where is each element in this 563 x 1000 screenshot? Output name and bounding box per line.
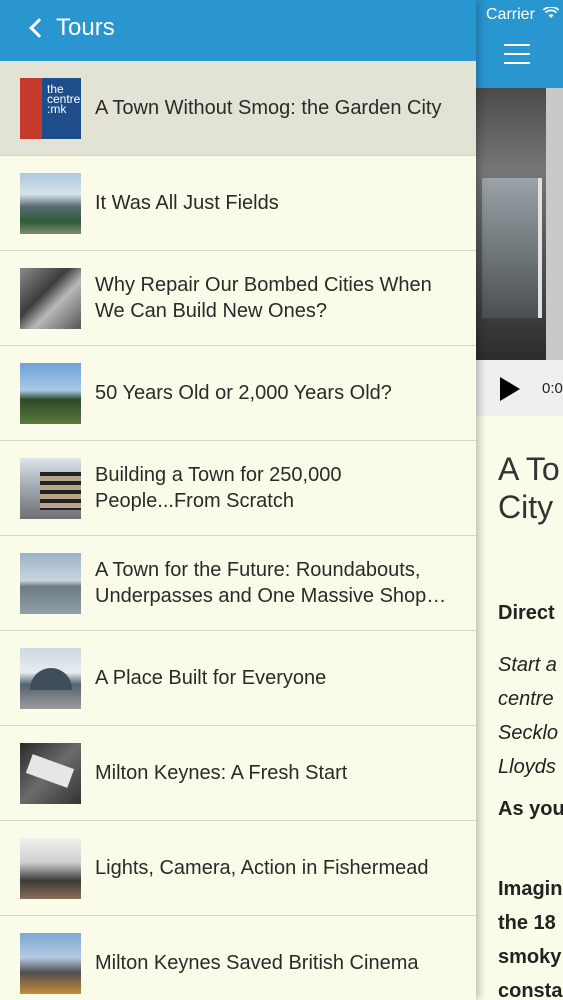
tour-row[interactable]: the centre :mk A Town Without Smog: the …	[0, 61, 476, 156]
tour-row[interactable]: It Was All Just Fields	[0, 156, 476, 251]
tour-title: A Town Without Smog: the Garden City	[95, 97, 442, 119]
tour-list: the centre :mk A Town Without Smog: the …	[0, 61, 476, 1000]
wifi-icon	[543, 6, 560, 24]
audio-player: 0:0	[476, 360, 563, 416]
tour-title: Lights, Camera, Action in Fishermead	[95, 857, 429, 879]
tour-title: Building a Town for 250,000 People...Fro…	[95, 464, 342, 512]
tour-thumbnail	[20, 553, 81, 614]
tour-title: A Town for the Future: Roundabouts, Unde…	[95, 559, 447, 607]
tour-title: Why Repair Our Bombed Cities When We Can…	[95, 274, 432, 322]
directions-text: Start a centre Secklo Lloyds	[498, 654, 559, 778]
tour-row[interactable]: 50 Years Old or 2,000 Years Old?	[0, 346, 476, 441]
status-bar: Carrier	[486, 6, 560, 24]
carrier-label: Carrier	[486, 6, 535, 23]
tour-row[interactable]: Building a Town for 250,000 People...Fro…	[0, 441, 476, 536]
tours-drawer: Tours the centre :mk A Town Without Smog…	[0, 0, 476, 1000]
tour-thumbnail	[20, 363, 81, 424]
tour-thumbnail	[20, 838, 81, 899]
tour-row[interactable]: Why Repair Our Bombed Cities When We Can…	[0, 251, 476, 346]
tour-hero-image	[476, 88, 563, 360]
tour-row[interactable]: Lights, Camera, Action in Fishermead	[0, 821, 476, 916]
tour-title: It Was All Just Fields	[95, 192, 279, 214]
tour-thumbnail	[20, 743, 81, 804]
tour-title: A To City	[498, 451, 560, 525]
body-text: Imagin the 18 smoky consta	[498, 878, 563, 1000]
tour-detail-screen: Carrier 0:0 A To City Direct Start a cen…	[476, 0, 563, 1000]
tour-thumbnail	[20, 648, 81, 709]
chevron-left-icon	[29, 18, 49, 38]
back-label: Tours	[56, 14, 115, 41]
tour-thumbnail	[20, 458, 81, 519]
app-screen: Carrier 0:0 A To City Direct Start a cen…	[0, 0, 563, 1000]
back-button[interactable]: Tours	[26, 14, 115, 42]
play-icon[interactable]	[500, 377, 520, 401]
tour-title: Milton Keynes: A Fresh Start	[95, 762, 348, 784]
tour-thumbnail	[20, 173, 81, 234]
tour-row[interactable]: Milton Keynes: A Fresh Start	[0, 726, 476, 821]
tour-thumbnail	[20, 933, 81, 994]
tour-title: A Place Built for Everyone	[95, 667, 327, 689]
as-you-text: As you	[498, 798, 563, 820]
tour-row[interactable]: Milton Keynes Saved British Cinema	[0, 916, 476, 1000]
tour-title: 50 Years Old or 2,000 Years Old?	[95, 382, 392, 404]
tour-row[interactable]: A Place Built for Everyone	[0, 631, 476, 726]
tour-thumbnail	[20, 268, 81, 329]
tour-row[interactable]: A Town for the Future: Roundabouts, Unde…	[0, 536, 476, 631]
menu-icon[interactable]	[504, 44, 530, 64]
audio-time: 0:0	[542, 380, 563, 397]
detail-navbar: Carrier	[476, 0, 563, 88]
tour-title: Milton Keynes Saved British Cinema	[95, 952, 419, 974]
tour-thumbnail: the centre :mk	[20, 78, 81, 139]
drawer-navbar: Tours	[0, 0, 476, 61]
directions-heading: Direct	[498, 602, 555, 624]
